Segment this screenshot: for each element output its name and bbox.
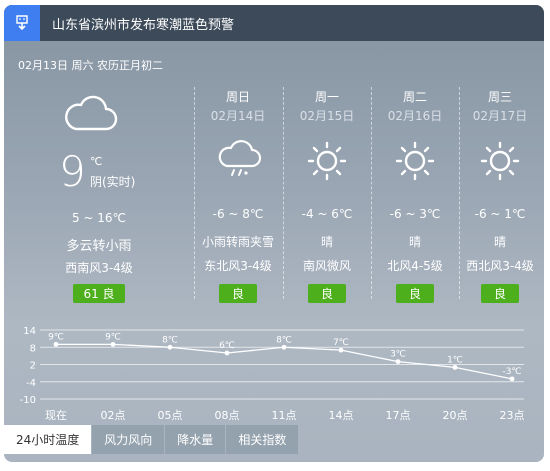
data-label: 9℃ xyxy=(48,332,64,342)
today-wind: 西南风3-4级 xyxy=(65,261,133,275)
day-wind: 西北风3-4级 xyxy=(466,259,534,273)
x-tick-label: 02点 xyxy=(101,409,126,422)
y-tick-label: -4 xyxy=(26,378,36,389)
chart-canvas: 14 8 2 -4 -10 9℃ 9℃ 8℃ 6℃ 8℃ 7℃ 3℃ 1℃ -3℃ 现在 02点 05点 08点 1… xyxy=(20,326,525,422)
data-label: 6℃ xyxy=(219,341,235,351)
data-label: 8℃ xyxy=(162,335,178,345)
forecast-day[interactable]: 周日 02月14日 -6 ~ 8℃ 小雨转雨夹雪 东北风3-4级 良 xyxy=(194,85,282,305)
hourly-temperature-chart: 14 8 2 -4 -10 9℃ 9℃ 8℃ 6℃ 8℃ 7℃ 3℃ 1℃ -3℃ 现在 02点 05点 08点 1… xyxy=(4,320,544,430)
x-tick-label: 17点 xyxy=(386,409,411,422)
day-date: 02月17日 xyxy=(472,109,528,123)
y-tick-label: 14 xyxy=(23,326,36,337)
aqi-badge[interactable]: 良 xyxy=(308,284,346,303)
day-date: 02月16日 xyxy=(387,109,443,123)
data-label: 9℃ xyxy=(105,332,121,342)
data-point xyxy=(53,341,59,347)
x-tick-label: 11点 xyxy=(272,409,297,422)
day-name: 周日 xyxy=(225,90,250,104)
data-point xyxy=(509,376,515,382)
day-name: 周二 xyxy=(402,90,427,104)
cold-wave-warning-icon xyxy=(4,5,40,41)
day-weather: 晴 xyxy=(408,235,421,249)
today-panel: 9 ℃ 阴(实时) 5 ~ 16℃ 多云转小雨 西南风3-4级 61 良 xyxy=(4,85,194,305)
data-point xyxy=(167,344,173,350)
alert-text[interactable]: 山东省滨州市发布寒潮蓝色预警 xyxy=(52,14,234,33)
day-weather: 晴 xyxy=(320,235,333,249)
x-tick-label: 14点 xyxy=(329,409,354,422)
day-temp-range: -6 ~ 8℃ xyxy=(212,207,264,221)
sunny-icon xyxy=(395,141,435,181)
cloudy-icon xyxy=(65,95,118,131)
day-date: 02月14日 xyxy=(210,109,266,123)
data-point xyxy=(281,344,287,350)
x-tick-label: 08点 xyxy=(215,409,240,422)
data-label: 1℃ xyxy=(447,355,463,365)
data-label: 8℃ xyxy=(276,335,292,345)
weather-alert-bar[interactable]: 山东省滨州市发布寒潮蓝色预警 xyxy=(4,5,544,41)
aqi-badge[interactable]: 良 xyxy=(219,284,257,303)
aqi-badge[interactable]: 61 良 xyxy=(73,284,125,303)
tab-wind[interactable]: 风力风向 xyxy=(92,425,165,454)
y-tick-label: 8 xyxy=(30,343,36,354)
day-temp-range: -6 ~ 3℃ xyxy=(389,207,441,221)
tab-indices[interactable]: 相关指数 xyxy=(226,425,299,454)
day-wind: 南风微风 xyxy=(302,259,351,273)
aqi-badge[interactable]: 良 xyxy=(396,284,434,303)
aqi-badge[interactable]: 良 xyxy=(481,284,519,303)
data-label: 3℃ xyxy=(390,350,406,360)
day-weather: 晴 xyxy=(493,235,506,249)
day-weather: 小雨转雨夹雪 xyxy=(201,235,274,249)
x-tick-label: 20点 xyxy=(443,409,468,422)
data-label: -3℃ xyxy=(502,367,521,377)
weather-widget: 山东省滨州市发布寒潮蓝色预警 02月13日 周六 农历正月初二 9 ℃ 阴(实时… xyxy=(4,5,544,462)
day-temp-range: -4 ~ 6℃ xyxy=(301,207,353,221)
today-temp-range: 5 ~ 16℃ xyxy=(71,211,127,225)
temperature-unit: ℃ xyxy=(90,155,103,168)
current-temperature: 9 xyxy=(59,147,86,196)
y-tick-label: 2 xyxy=(30,361,36,372)
data-point xyxy=(110,341,116,347)
sunny-icon xyxy=(480,141,520,181)
current-condition: 阴(实时) xyxy=(90,175,136,189)
forecast-day[interactable]: 周一 02月15日 -4 ~ 6℃ 晴 南风微风 良 xyxy=(283,85,371,305)
x-tick-label: 23点 xyxy=(500,409,525,422)
today-weather: 多云转小雨 xyxy=(66,239,132,254)
sunny-icon xyxy=(307,141,347,181)
day-temp-range: -6 ~ 1℃ xyxy=(474,207,526,221)
forecast-day[interactable]: 周三 02月17日 -6 ~ 1℃ 晴 西北风3-4级 良 xyxy=(456,85,544,305)
data-label: 7℃ xyxy=(333,338,349,348)
data-point xyxy=(452,364,458,370)
day-name: 周一 xyxy=(314,90,339,104)
tab-24h-temperature[interactable]: 24小时温度 xyxy=(4,425,92,454)
y-tick-label: -10 xyxy=(20,395,36,406)
tab-precipitation[interactable]: 降水量 xyxy=(165,425,226,454)
data-point xyxy=(224,350,230,356)
x-tick-label: 05点 xyxy=(158,409,183,422)
chart-tabs: 24小时温度 风力风向 降水量 相关指数 xyxy=(4,425,299,454)
data-point xyxy=(338,347,344,353)
data-point xyxy=(395,359,401,365)
day-name: 周三 xyxy=(487,90,512,104)
today-aqi-wrap: 61 良 xyxy=(4,283,194,303)
x-tick-label: 现在 xyxy=(45,409,67,422)
day-date: 02月15日 xyxy=(299,109,355,123)
forecast-day[interactable]: 周二 02月16日 -6 ~ 3℃ 晴 北风4-5级 良 xyxy=(371,85,459,305)
rain-sleet-icon xyxy=(218,140,262,176)
day-wind: 东北风3-4级 xyxy=(204,259,272,273)
day-wind: 北风4-5级 xyxy=(387,259,443,273)
current-date: 02月13日 周六 农历正月初二 xyxy=(18,59,163,72)
